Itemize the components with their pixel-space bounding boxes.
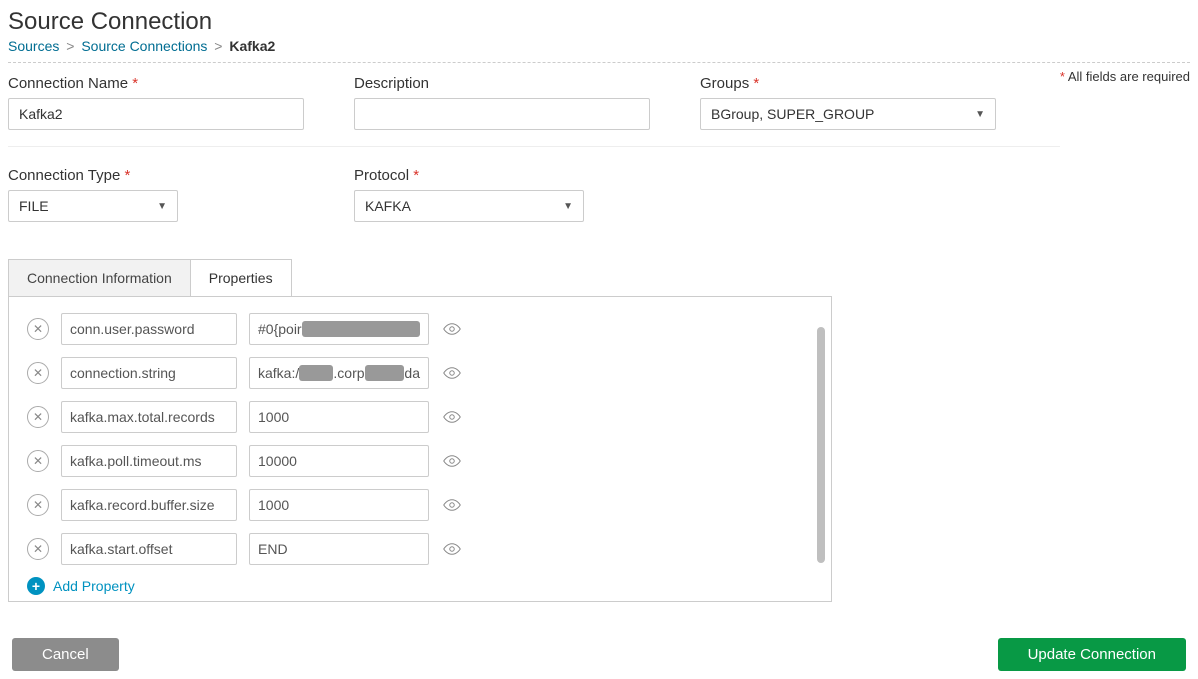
connection-name-input[interactable] xyxy=(8,98,304,130)
tab-bar: Connection Information Properties xyxy=(8,258,1190,296)
property-row: ✕ xyxy=(27,401,813,433)
scrollbar[interactable] xyxy=(817,327,825,563)
properties-panel: ✕ #0{poir ✕ kafka:/.corpda ✕ ✕ xyxy=(8,296,832,602)
chevron-down-icon: ▼ xyxy=(975,109,985,120)
description-input[interactable] xyxy=(354,98,650,130)
cancel-button[interactable]: Cancel xyxy=(12,638,119,671)
tab-properties[interactable]: Properties xyxy=(191,259,292,297)
groups-select[interactable]: BGroup, SUPER_GROUP ▼ xyxy=(700,98,996,130)
chevron-down-icon: ▼ xyxy=(563,201,573,212)
property-key-input[interactable] xyxy=(61,533,237,565)
reveal-icon[interactable] xyxy=(441,406,463,428)
reveal-icon[interactable] xyxy=(441,318,463,340)
property-row: ✕ xyxy=(27,489,813,521)
breadcrumb: Sources > Source Connections > Kafka2 xyxy=(8,38,1190,63)
redacted-segment xyxy=(302,321,420,337)
breadcrumb-current: Kafka2 xyxy=(229,38,275,54)
property-value-input[interactable] xyxy=(249,489,429,521)
property-value-input[interactable] xyxy=(249,445,429,477)
remove-property-button[interactable]: ✕ xyxy=(27,538,49,560)
protocol-label: Protocol * xyxy=(354,167,584,184)
plus-icon: + xyxy=(27,577,45,595)
property-key-input[interactable] xyxy=(61,357,237,389)
property-row: ✕ #0{poir xyxy=(27,313,813,345)
remove-property-button[interactable]: ✕ xyxy=(27,406,49,428)
reveal-icon[interactable] xyxy=(441,494,463,516)
property-row: ✕ kafka:/.corpda xyxy=(27,357,813,389)
property-key-input[interactable] xyxy=(61,401,237,433)
property-row: ✕ xyxy=(27,533,813,565)
connection-type-label: Connection Type * xyxy=(8,167,178,184)
redacted-segment xyxy=(365,365,405,381)
connection-name-label: Connection Name * xyxy=(8,75,304,92)
reveal-icon[interactable] xyxy=(441,450,463,472)
add-property-button[interactable]: + Add Property xyxy=(27,577,813,595)
property-value-input[interactable]: kafka:/.corpda xyxy=(249,357,429,389)
redacted-segment xyxy=(299,365,333,381)
reveal-icon[interactable] xyxy=(441,362,463,384)
property-value-input[interactable] xyxy=(249,401,429,433)
breadcrumb-sources[interactable]: Sources xyxy=(8,38,59,54)
update-connection-button[interactable]: Update Connection xyxy=(998,638,1186,671)
breadcrumb-source-connections[interactable]: Source Connections xyxy=(81,38,207,54)
page-title: Source Connection xyxy=(8,8,1190,36)
property-row: ✕ xyxy=(27,445,813,477)
remove-property-button[interactable]: ✕ xyxy=(27,362,49,384)
remove-property-button[interactable]: ✕ xyxy=(27,494,49,516)
property-key-input[interactable] xyxy=(61,313,237,345)
tab-connection-information[interactable]: Connection Information xyxy=(8,259,191,297)
protocol-select[interactable]: KAFKA ▼ xyxy=(354,190,584,222)
property-key-input[interactable] xyxy=(61,445,237,477)
remove-property-button[interactable]: ✕ xyxy=(27,450,49,472)
description-label: Description xyxy=(354,75,650,92)
breadcrumb-sep: > xyxy=(66,38,74,54)
chevron-down-icon: ▼ xyxy=(157,201,167,212)
property-value-input[interactable]: #0{poir xyxy=(249,313,429,345)
property-key-input[interactable] xyxy=(61,489,237,521)
required-fields-note: * All fields are required xyxy=(1060,69,1190,84)
groups-label: Groups * xyxy=(700,75,996,92)
reveal-icon[interactable] xyxy=(441,538,463,560)
connection-type-select[interactable]: FILE ▼ xyxy=(8,190,178,222)
breadcrumb-sep: > xyxy=(214,38,222,54)
remove-property-button[interactable]: ✕ xyxy=(27,318,49,340)
property-value-input[interactable] xyxy=(249,533,429,565)
